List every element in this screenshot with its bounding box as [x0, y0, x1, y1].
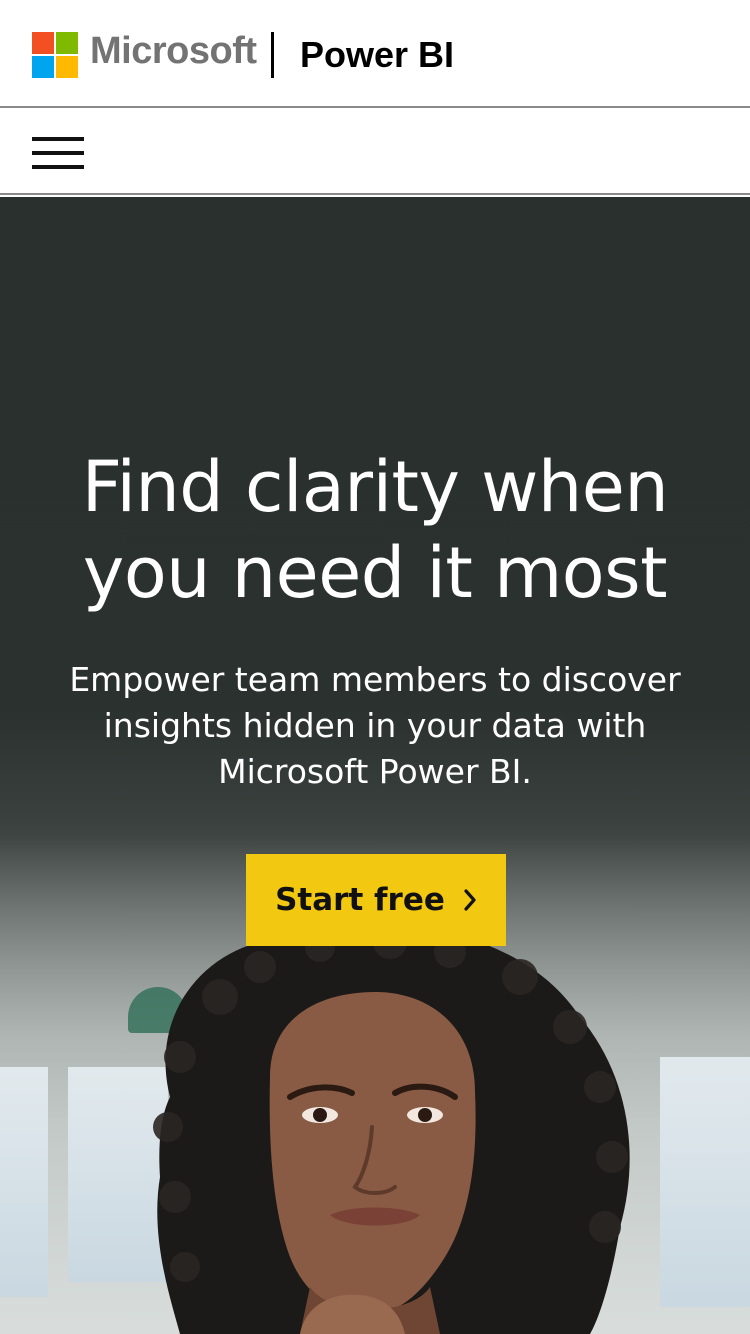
start-free-label: Start free: [275, 882, 445, 918]
brand-company-name[interactable]: Microsoft: [90, 30, 257, 73]
hero-section: Find clarity when you need it most Empow…: [0, 197, 750, 1334]
site-header: Microsoft Power BI: [0, 0, 750, 108]
navigation-bar: [0, 110, 750, 195]
hamburger-line: [32, 165, 84, 169]
chevron-right-icon: [464, 889, 476, 911]
logo-square-blue: [32, 56, 54, 78]
hero-subtitle: Empower team members to discover insight…: [69, 660, 681, 791]
logo-square-green: [56, 32, 78, 54]
start-free-button[interactable]: Start free: [246, 854, 506, 946]
hamburger-line: [32, 151, 84, 155]
page: Microsoft Power BI Find clarity when you…: [0, 0, 750, 1334]
hamburger-menu-icon[interactable]: [32, 135, 84, 171]
microsoft-logo-icon[interactable]: [32, 32, 78, 78]
hamburger-line: [32, 137, 84, 141]
logo-square-yellow: [56, 56, 78, 78]
hero-title: Find clarity when you need it most: [81, 446, 669, 614]
brand-product-name[interactable]: Power BI: [300, 34, 454, 76]
brand-divider: [271, 32, 274, 78]
logo-square-red: [32, 32, 54, 54]
